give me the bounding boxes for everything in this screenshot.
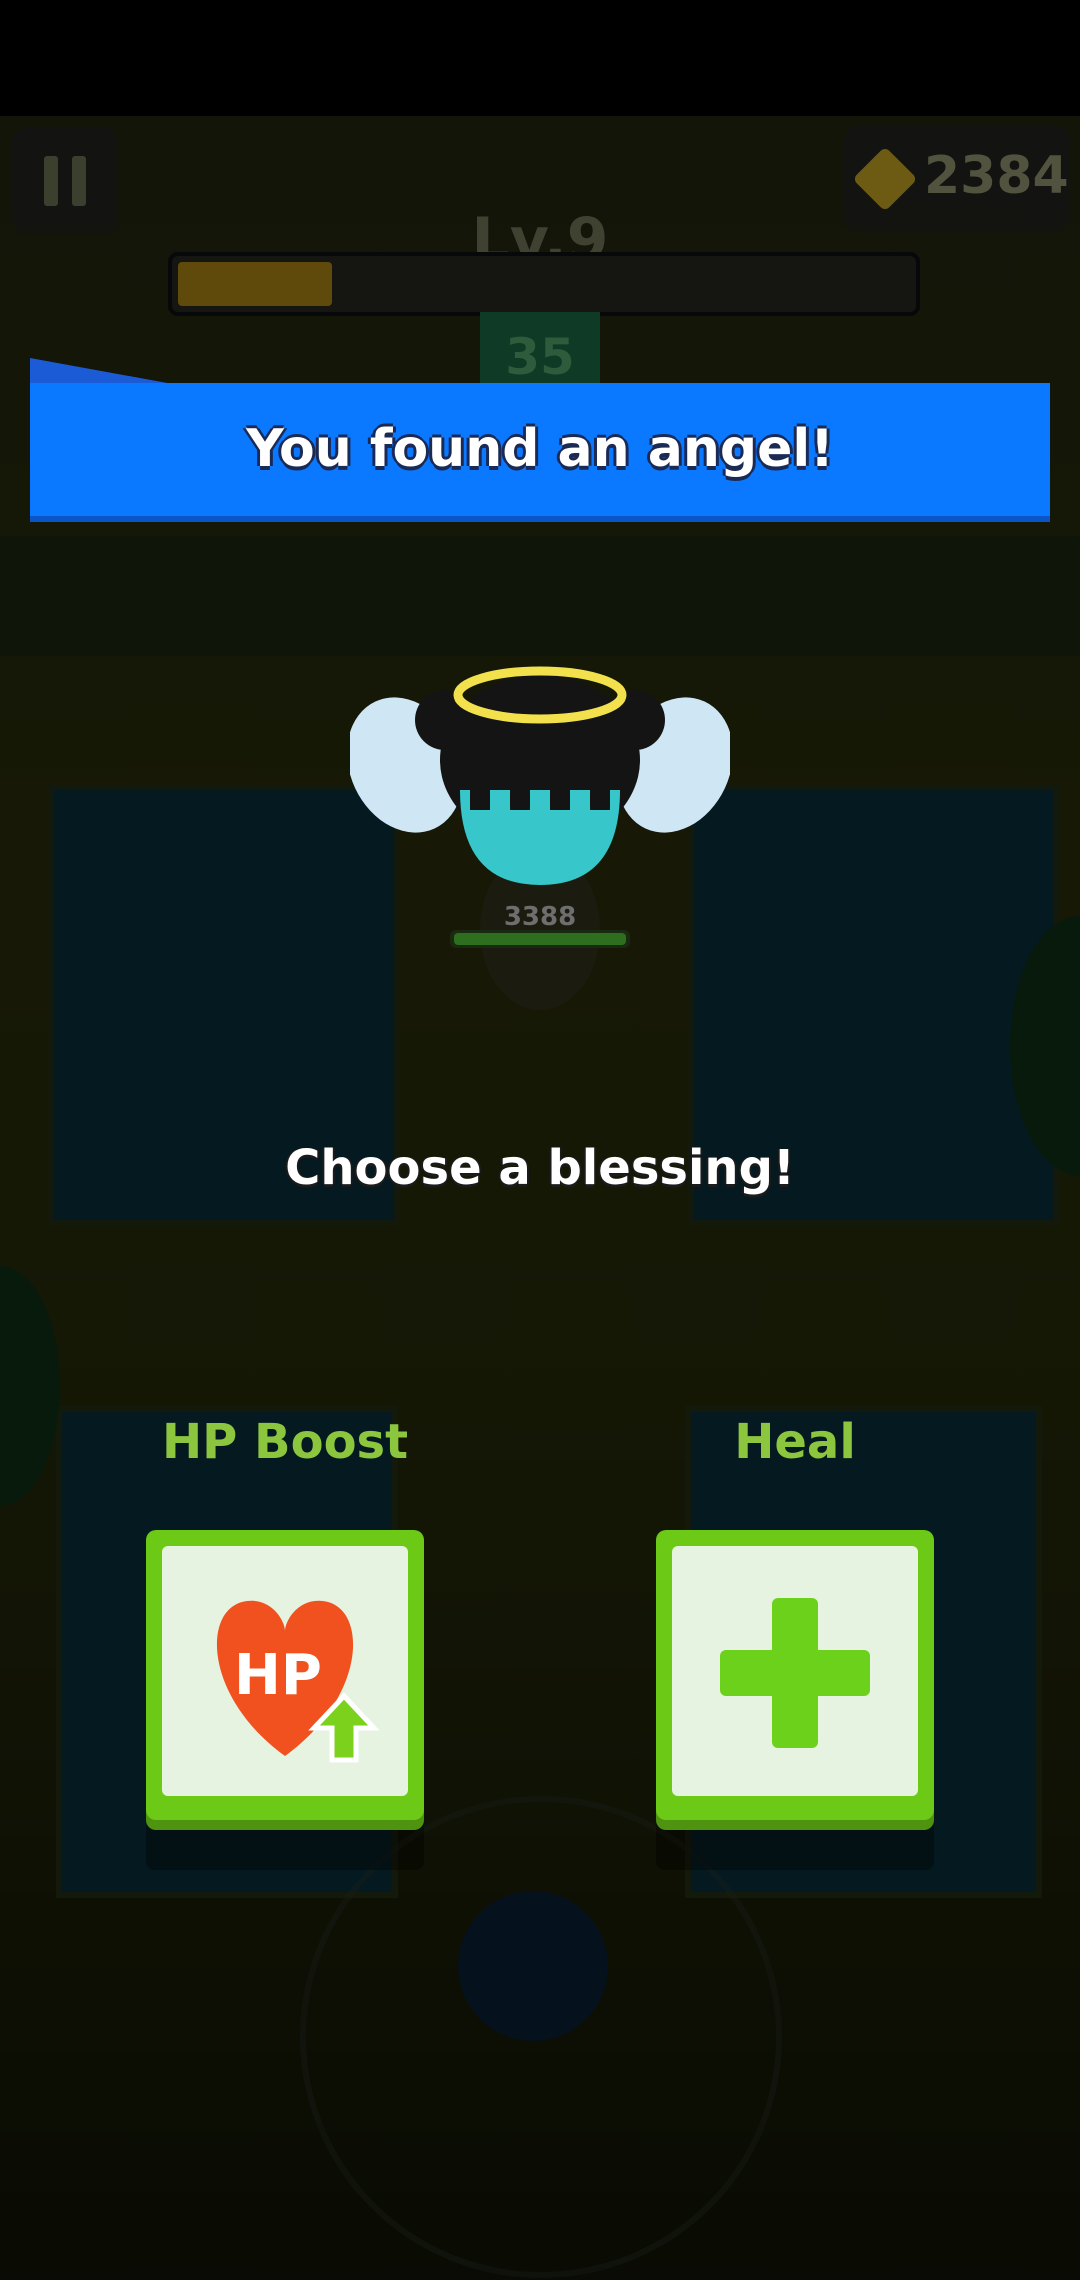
choice-label-hp-boost: HP Boost <box>161 1414 409 1470</box>
hp-icon-text: HP <box>234 1643 322 1708</box>
heal-card[interactable] <box>656 1530 934 1820</box>
card-shadow <box>656 1820 934 1870</box>
pause-button[interactable] <box>12 128 118 234</box>
card-face <box>672 1546 918 1796</box>
hp-boost-card[interactable]: HP <box>146 1530 424 1820</box>
blessing-prompt: Choose a blessing! <box>285 1140 795 1196</box>
status-bar <box>0 0 1080 116</box>
card-face: HP <box>162 1546 408 1796</box>
gem-icon <box>852 146 918 212</box>
angel-icon: 3388 <box>350 666 730 1010</box>
xp-progress-fill <box>178 262 332 306</box>
green-plus-heal-icon <box>720 1598 870 1748</box>
player-hp-value: 3388 <box>504 902 576 932</box>
gem-count: 2384 <box>924 146 1069 206</box>
card-shadow <box>146 1820 424 1870</box>
xp-progress-bar <box>168 252 920 316</box>
angel-banner: You found an angel! <box>30 383 1050 522</box>
gem-counter: 2384 <box>844 126 1070 232</box>
hp-boost-heart-icon: HP <box>216 1600 380 1763</box>
banner-title: You found an angel! <box>246 419 834 479</box>
choice-label-heal: Heal <box>734 1414 856 1470</box>
